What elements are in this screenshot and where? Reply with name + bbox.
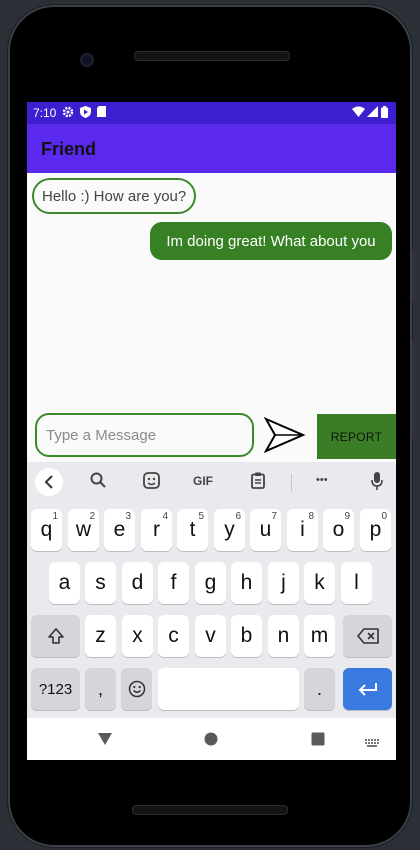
chat-title: Friend bbox=[41, 139, 97, 159]
key-f[interactable]: f bbox=[158, 562, 189, 604]
key-label: i bbox=[300, 518, 305, 541]
shift-icon bbox=[47, 628, 64, 644]
key-number: 4 bbox=[162, 511, 168, 522]
chevron-left-icon bbox=[44, 475, 53, 489]
key-m[interactable]: m bbox=[304, 615, 335, 657]
incoming-message: Hello :) How are you? bbox=[32, 178, 197, 214]
microphone-icon[interactable] bbox=[371, 472, 383, 493]
toolbar-divider bbox=[291, 474, 292, 491]
more-options-button[interactable]: ••• bbox=[316, 474, 328, 486]
wifi-icon bbox=[352, 106, 365, 120]
enter-icon bbox=[358, 683, 377, 696]
volume-button bbox=[412, 340, 416, 440]
key-q[interactable]: q1 bbox=[31, 509, 62, 551]
status-bar: 7:10 bbox=[27, 102, 396, 124]
key-b[interactable]: b bbox=[231, 615, 262, 657]
key-s[interactable]: s bbox=[85, 562, 116, 604]
send-button[interactable] bbox=[263, 415, 306, 455]
send-icon bbox=[263, 416, 306, 454]
clipboard-icon[interactable] bbox=[251, 472, 265, 492]
sim-card-icon bbox=[97, 106, 107, 120]
space-key[interactable] bbox=[158, 668, 299, 710]
search-icon[interactable] bbox=[90, 472, 106, 491]
home-icon[interactable] bbox=[204, 732, 218, 751]
key-number: 2 bbox=[89, 511, 95, 522]
key-number: 3 bbox=[125, 511, 131, 522]
enter-key[interactable] bbox=[343, 668, 392, 710]
key-j[interactable]: j bbox=[268, 562, 299, 604]
keyboard: GIF ••• q1 w2 e3 r4 t5 y6 u7 i8 o9 p0 a … bbox=[27, 462, 396, 718]
key-label: q bbox=[40, 518, 53, 541]
front-camera bbox=[80, 53, 94, 67]
key-l[interactable]: l bbox=[341, 562, 372, 604]
symbols-key[interactable]: ?123 bbox=[31, 668, 80, 710]
key-e[interactable]: e3 bbox=[104, 509, 135, 551]
shift-key[interactable] bbox=[31, 615, 80, 657]
emoji-key[interactable] bbox=[121, 668, 152, 710]
keyboard-toolbar: GIF ••• bbox=[27, 462, 396, 502]
period-key[interactable]: . bbox=[304, 668, 335, 710]
outgoing-message: Im doing great! What about you bbox=[150, 222, 392, 260]
report-button[interactable]: REPORT bbox=[317, 414, 396, 459]
key-u[interactable]: u7 bbox=[250, 509, 281, 551]
key-label: r bbox=[153, 518, 160, 541]
app-bar: Friend bbox=[27, 124, 396, 173]
key-x[interactable]: x bbox=[122, 615, 153, 657]
emoji-icon bbox=[128, 680, 145, 698]
gif-button[interactable]: GIF bbox=[193, 474, 213, 488]
backspace-key[interactable] bbox=[343, 615, 392, 657]
key-d[interactable]: d bbox=[122, 562, 153, 604]
key-v[interactable]: v bbox=[195, 615, 226, 657]
key-a[interactable]: a bbox=[49, 562, 80, 604]
navigation-bar bbox=[27, 718, 396, 760]
key-n[interactable]: n bbox=[268, 615, 299, 657]
settings-icon bbox=[62, 106, 74, 121]
key-label: o bbox=[332, 518, 345, 541]
backspace-icon bbox=[356, 628, 379, 644]
back-icon[interactable] bbox=[97, 732, 113, 751]
sticker-icon[interactable] bbox=[143, 472, 160, 492]
key-number: 8 bbox=[308, 511, 314, 522]
bottom-speaker bbox=[132, 805, 288, 815]
key-w[interactable]: w2 bbox=[68, 509, 99, 551]
key-t[interactable]: t5 bbox=[177, 509, 208, 551]
screen: 7:10 Friend Hello :) How are you? Im doi… bbox=[27, 102, 396, 760]
key-number: 6 bbox=[235, 511, 241, 522]
key-r[interactable]: r4 bbox=[141, 509, 172, 551]
key-number: 9 bbox=[344, 511, 350, 522]
key-number: 0 bbox=[381, 511, 387, 522]
battery-icon bbox=[381, 105, 388, 121]
key-label: y bbox=[224, 518, 235, 541]
key-i[interactable]: i8 bbox=[287, 509, 318, 551]
signal-icon bbox=[367, 106, 378, 120]
key-k[interactable]: k bbox=[304, 562, 335, 604]
key-number: 1 bbox=[52, 511, 58, 522]
key-z[interactable]: z bbox=[85, 615, 116, 657]
power-button bbox=[412, 250, 416, 302]
comma-key[interactable]: , bbox=[85, 668, 116, 710]
message-input[interactable]: Type a Message bbox=[35, 413, 254, 457]
key-label: p bbox=[369, 518, 382, 541]
key-label: e bbox=[113, 518, 126, 541]
collapse-toolbar-button[interactable] bbox=[35, 468, 63, 496]
key-y[interactable]: y6 bbox=[214, 509, 245, 551]
key-number: 5 bbox=[198, 511, 204, 522]
key-label: t bbox=[189, 518, 196, 541]
top-speaker bbox=[134, 51, 290, 61]
key-c[interactable]: c bbox=[158, 615, 189, 657]
key-number: 7 bbox=[271, 511, 277, 522]
key-label: u bbox=[259, 518, 272, 541]
key-g[interactable]: g bbox=[195, 562, 226, 604]
key-p[interactable]: p0 bbox=[360, 509, 391, 551]
keyboard-switch-icon[interactable] bbox=[365, 735, 379, 753]
shield-icon bbox=[80, 105, 92, 121]
key-o[interactable]: o9 bbox=[323, 509, 354, 551]
status-time: 7:10 bbox=[33, 106, 57, 120]
key-h[interactable]: h bbox=[231, 562, 262, 604]
recents-icon[interactable] bbox=[311, 732, 325, 751]
